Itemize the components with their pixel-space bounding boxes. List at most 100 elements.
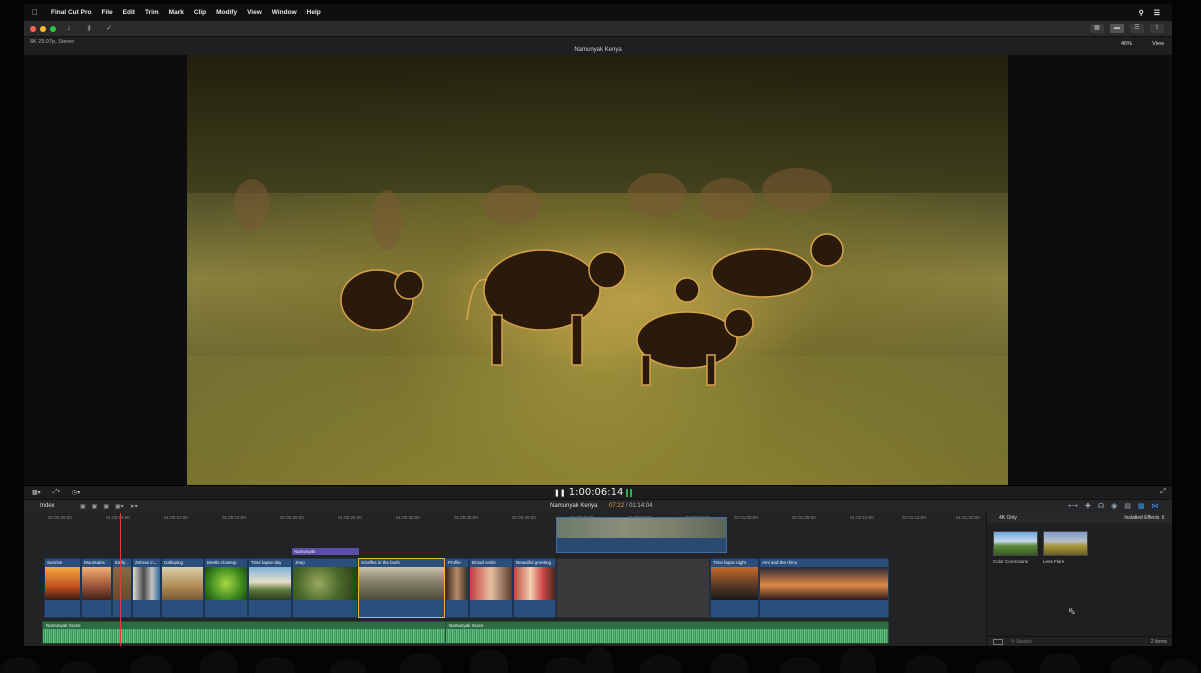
menu-edit[interactable]: Edit bbox=[118, 9, 140, 16]
speed-icon[interactable]: ◷▾ bbox=[72, 489, 80, 496]
ruler-tick: 01:00:30:00 bbox=[396, 515, 420, 520]
mouse-pointer-icon: ⬁ bbox=[1068, 606, 1076, 616]
timecode-display[interactable]: ❚❚ 1:00:06:14 bbox=[554, 487, 623, 498]
timeline-clip[interactable]: Zebras in... bbox=[132, 558, 161, 618]
viewer bbox=[24, 55, 1172, 485]
play-pause-icon[interactable]: ❚❚ bbox=[554, 489, 566, 497]
timeline-transport: ▩▾ ⤢▾ ◷▾ ❚❚ 1:00:06:14 ⤢ bbox=[24, 485, 1172, 499]
import-icon[interactable]: ↓ bbox=[62, 24, 76, 34]
menu-trim[interactable]: Trim bbox=[140, 9, 164, 16]
upper-clip-filmstrip bbox=[557, 518, 726, 538]
timeline-clip-selected[interactable]: Giraffes in the bush bbox=[358, 558, 445, 618]
connected-upper-clip[interactable] bbox=[556, 517, 727, 553]
menubar-extras: ⚲ ☰ bbox=[1139, 9, 1172, 17]
effect-thumbnail bbox=[993, 531, 1038, 556]
background-tasks-icon[interactable]: ✓ bbox=[102, 24, 116, 34]
playhead[interactable] bbox=[120, 513, 121, 646]
ruler-tick: 01:00:10:00 bbox=[164, 515, 188, 520]
app-window:  Final Cut Pro File Edit Trim Mark Clip… bbox=[24, 4, 1172, 646]
menu-app-name[interactable]: Final Cut Pro bbox=[46, 9, 96, 16]
timeline-right-tools: ⟷ ✚ ☊ ◉ ▤ ▩ ⋈ bbox=[1068, 502, 1159, 510]
project-name: Namunyak Kenya bbox=[550, 503, 598, 509]
index-button[interactable]: Index bbox=[40, 503, 55, 509]
timeline-clip[interactable]: Ami and the rhino bbox=[759, 558, 889, 618]
notification-center-icon[interactable]: ☰ bbox=[1154, 9, 1160, 17]
project-duration: 01:14:04 bbox=[629, 503, 653, 509]
window-controls bbox=[24, 25, 56, 32]
ruler-tick: 01:00:35:00 bbox=[454, 515, 478, 520]
zoom-window-button[interactable] bbox=[50, 25, 56, 32]
effect-label: Lens Flare bbox=[1043, 559, 1065, 564]
overwrite-edit-icon[interactable]: ▣▾ bbox=[115, 503, 124, 510]
inspector-toggle-icon[interactable]: ☰ bbox=[1130, 24, 1144, 33]
menu-window[interactable]: Window bbox=[267, 9, 302, 16]
append-edit-icon[interactable]: ▣ bbox=[103, 503, 109, 510]
spotlight-search-icon[interactable]: ⚲ bbox=[1139, 9, 1144, 17]
ruler-tick: 01:01:00:00 bbox=[734, 515, 758, 520]
timeline-clip[interactable]: Broad smile bbox=[469, 558, 513, 618]
timeline-clip[interactable]: Time lapse night bbox=[710, 558, 759, 618]
share-icon[interactable]: ⇧ bbox=[1150, 24, 1164, 33]
select-tool-icon[interactable]: ➤▾ bbox=[130, 503, 138, 510]
insert-edit-icon[interactable]: ▣ bbox=[92, 503, 98, 510]
timeline-gap[interactable] bbox=[556, 558, 710, 618]
menu-mark[interactable]: Mark bbox=[164, 9, 189, 16]
effects-filter[interactable]: 4K Only bbox=[999, 515, 1017, 521]
close-window-button[interactable] bbox=[30, 25, 36, 32]
keywords-icon[interactable]: ⚷ bbox=[82, 24, 96, 34]
view-options-dropdown[interactable]: View bbox=[1152, 41, 1164, 47]
effects-browser-icon[interactable]: ▩ bbox=[1138, 502, 1145, 510]
timeline-clip[interactable]: Mountains bbox=[81, 558, 112, 618]
viewer-format: 8K 29.97p, Stereo bbox=[30, 39, 75, 45]
ruler-tick: 01:00:15:00 bbox=[222, 515, 246, 520]
effect-item-lens-flare[interactable]: Lens Flare bbox=[1043, 531, 1088, 564]
snapping-icon[interactable]: ✚ bbox=[1085, 502, 1091, 510]
timeline-clip[interactable]: Jeep bbox=[292, 558, 358, 618]
menu-clip[interactable]: Clip bbox=[189, 9, 211, 16]
menu-modify[interactable]: Modify bbox=[211, 9, 242, 16]
menu-bar:  Final Cut Pro File Edit Trim Mark Clip… bbox=[24, 4, 1172, 21]
audio-meters bbox=[626, 489, 632, 497]
timeline-clip[interactable]: Profile bbox=[445, 558, 469, 618]
transitions-browser-icon[interactable]: ⋈ bbox=[1152, 502, 1159, 510]
timeline[interactable]: 01:00:00:00 01:00:05:00 01:00:10:00 01:0… bbox=[24, 513, 986, 646]
clip-appearance-icon-2[interactable]: ▤ bbox=[1124, 502, 1131, 510]
audio-skimming-icon[interactable]: ☊ bbox=[1098, 502, 1104, 510]
connect-edit-icon[interactable]: ▣ bbox=[80, 503, 86, 510]
connected-title-clip[interactable]: Namunyak bbox=[292, 548, 359, 555]
edit-tools: ▣ ▣ ▣ ▣▾ ➤▾ bbox=[80, 503, 138, 510]
menu-help[interactable]: Help bbox=[302, 9, 326, 16]
menu-file[interactable]: File bbox=[96, 9, 117, 16]
ruler-tick: 01:00:00:00 bbox=[48, 515, 72, 520]
timeline-clip[interactable]: Beetle closeup bbox=[204, 558, 248, 618]
timeline-clip[interactable]: Sunrise bbox=[44, 558, 81, 618]
timeline-clip[interactable]: Early... bbox=[112, 558, 132, 618]
minimize-window-button[interactable] bbox=[40, 25, 46, 32]
viewer-title: Namunyak Kenya bbox=[574, 47, 622, 53]
viewer-frame-image bbox=[187, 55, 1008, 485]
effect-item-color-corrections[interactable]: Color Corrections bbox=[993, 531, 1038, 564]
fullscreen-icon[interactable]: ⤢ bbox=[1160, 488, 1166, 496]
timeline-clip[interactable]: Time lapse day bbox=[248, 558, 292, 618]
solo-icon[interactable]: ◉ bbox=[1111, 502, 1117, 510]
browser-toggle-icon[interactable]: ▦ bbox=[1090, 24, 1104, 33]
apple-menu-icon[interactable]:  bbox=[24, 8, 46, 17]
audience-silhouettes bbox=[0, 640, 1201, 673]
stage-background:  Final Cut Pro File Edit Trim Mark Clip… bbox=[0, 0, 1201, 673]
clip-appearance-icon[interactable]: ▩▾ bbox=[32, 489, 41, 496]
timeline-toggle-icon[interactable]: ▬ bbox=[1110, 24, 1124, 33]
ruler-tick: 01:01:10:00 bbox=[850, 515, 874, 520]
effects-category-dropdown[interactable]: Installed Effects ⇕ bbox=[1124, 515, 1165, 521]
ruler-tick: 01:00:40:00 bbox=[512, 515, 536, 520]
timeline-ruler[interactable]: 01:00:00:00 01:00:05:00 01:00:10:00 01:0… bbox=[24, 513, 986, 523]
skimming-icon[interactable]: ⟷ bbox=[1068, 502, 1078, 510]
ruler-tick: 01:00:20:00 bbox=[280, 515, 304, 520]
ruler-tick: 01:00:25:00 bbox=[338, 515, 362, 520]
timeline-clip[interactable]: Beautiful greeting bbox=[513, 558, 556, 618]
transform-icon[interactable]: ⤢▾ bbox=[53, 489, 60, 496]
timeline-clip[interactable]: Galloping bbox=[161, 558, 204, 618]
zoom-level-dropdown[interactable]: 46% bbox=[1121, 41, 1132, 47]
effect-label: Color Corrections bbox=[993, 559, 1029, 564]
menu-view[interactable]: View bbox=[242, 9, 267, 16]
viewer-header: 8K 29.97p, Stereo Namunyak Kenya 46% Vie… bbox=[24, 37, 1172, 55]
